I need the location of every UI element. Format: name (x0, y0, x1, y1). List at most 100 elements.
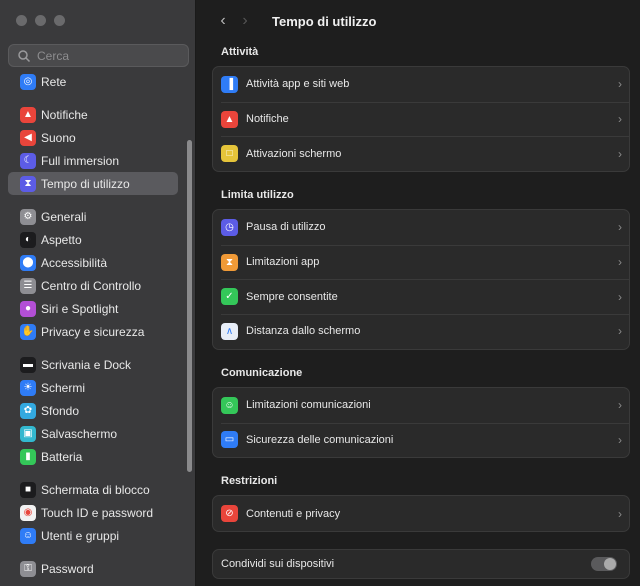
control-center-icon: ☰ (20, 277, 36, 294)
row-label: Sicurezza delle comunicazioni (246, 433, 394, 446)
wallpaper-icon: ✿ (20, 402, 36, 419)
sidebar-item-label: Rete (41, 74, 67, 89)
row-attivit-app-e-siti-web[interactable]: ▐ Attività app e siti web › (213, 67, 629, 102)
row-contenuti-e-privacy[interactable]: ⊘ Contenuti e privacy › (213, 496, 629, 531)
sidebar-item-sfondo[interactable]: ✿ Sfondo (8, 399, 178, 422)
row-limitazioni-app[interactable]: ⧗ Limitazioni app › (213, 244, 629, 280)
sidebar-item-rete[interactable]: ◎ Rete (8, 70, 178, 93)
siri-icon: ● (20, 300, 36, 317)
forward-button[interactable]: › (234, 10, 256, 32)
contact-icon: ☺ (221, 396, 238, 414)
row-attivazioni-schermo[interactable]: □ Attivazioni schermo › (213, 136, 629, 171)
sidebar-item-aspetto[interactable]: ◐ Aspetto (8, 228, 178, 251)
sidebar-item-label: Batteria (41, 449, 83, 464)
gear-icon: ⚙ (20, 208, 36, 225)
sidebar-item-touch-id-e-password[interactable]: ◉ Touch ID e password (8, 501, 178, 524)
row-notifiche[interactable]: ▲ Notifiche › (213, 101, 629, 137)
sidebar-item-label: Accessibilità (41, 255, 108, 270)
row-pausa-di-utilizzo[interactable]: ◷ Pausa di utilizzo › (213, 210, 629, 245)
row-distanza-dallo-schermo[interactable]: ∧ Distanza dallo schermo › (213, 314, 629, 349)
downtime-icon: ◷ (221, 218, 238, 236)
sidebar-group: ◎ Rete (0, 70, 186, 93)
sidebar-item-label: Password (41, 561, 94, 576)
row-label: Pausa di utilizzo (246, 221, 326, 234)
chat-icon: ▭ (221, 431, 238, 449)
sidebar-item-label: Schermata di blocco (41, 482, 150, 497)
search-icon (18, 49, 31, 62)
settings-card: ▐ Attività app e siti web › ▲ Notifiche › □ Att… (212, 66, 630, 173)
row-label: Limitazioni app (246, 256, 320, 269)
share-label: Condividi sui dispositivi (221, 557, 335, 570)
row-sicurezza-delle-comunicazioni[interactable]: ▭ Sicurezza delle comunicazioni › (213, 422, 629, 458)
sidebar-item-scrivania-e-dock[interactable]: ▬ Scrivania e Dock (8, 353, 178, 376)
share-across-devices-row: Condividi sui dispositivi (212, 548, 630, 579)
settings-card: ☺ Limitazioni comunicazioni › ▭ Sicurezza de… (212, 386, 630, 459)
sidebar-item-schermi[interactable]: ☀ Schermi (8, 376, 178, 399)
sidebar-item-tempo-di-utilizzo[interactable]: ⧗ Tempo di utilizzo (8, 172, 178, 195)
bell-icon: ▲ (221, 110, 238, 128)
lock-icon: ■ (20, 481, 36, 498)
search-input[interactable] (37, 48, 177, 63)
page-title: Tempo di utilizzo (272, 13, 377, 29)
search-field[interactable] (8, 44, 189, 67)
sidebar-item-label: Scrivania e Dock (41, 357, 132, 372)
window-controls (16, 15, 65, 26)
row-limitazioni-comunicazioni[interactable]: ☺ Limitazioni comunicazioni › (213, 388, 629, 423)
sidebar-item-centro-di-controllo[interactable]: ☰ Centro di Controllo (8, 274, 178, 297)
sidebar-item-notifiche[interactable]: ▲ Notifiche (8, 103, 178, 126)
sidebar-scrollbar[interactable] (187, 140, 192, 472)
sidebar-item-full-immersion[interactable]: ☾ Full immersion (8, 149, 178, 172)
chevron-right-icon: › (618, 398, 622, 413)
sidebar-item-label: Centro di Controllo (41, 278, 142, 293)
close-window-button[interactable] (16, 15, 27, 26)
sidebar-item-siri-e-spotlight[interactable]: ● Siri e Spotlight (8, 297, 178, 320)
sidebar-item-suono[interactable]: ◀ Suono (8, 126, 178, 149)
key-icon: ⚿ (20, 560, 36, 577)
chevron-right-icon: › (618, 324, 622, 339)
appearance-icon: ◐ (20, 231, 36, 248)
chevron-right-icon: › (618, 146, 622, 161)
settings-content: Attività ▐ Attività app e siti web › ▲ Notifi… (196, 42, 640, 579)
toolbar: ‹ › Tempo di utilizzo (196, 0, 640, 42)
sidebar-group: ⚙ Generali ◐ Aspetto ⬤ Accessibilità ☰ Centro d… (0, 205, 186, 343)
chevron-right-icon: › (618, 112, 622, 127)
section-title: Attività (221, 46, 259, 58)
distance-icon: ∧ (221, 322, 238, 340)
row-sempre-consentite[interactable]: ✓ Sempre consentite › (213, 279, 629, 314)
hourglass-icon: ⧗ (20, 175, 36, 192)
sidebar-item-privacy-e-sicurezza[interactable]: ✋ Privacy e sicurezza (8, 320, 178, 343)
sidebar-item-accessibilit-[interactable]: ⬤ Accessibilità (8, 251, 178, 274)
sidebar-item-label: Siri e Spotlight (41, 301, 119, 316)
sidebar-item-schermata-di-blocco[interactable]: ■ Schermata di blocco (8, 478, 178, 501)
share-toggle[interactable] (591, 556, 617, 571)
sidebar-item-label: Full immersion (41, 153, 120, 168)
row-label: Sempre consentite (246, 290, 338, 303)
section-title: Restrizioni (221, 475, 278, 488)
chevron-right-icon: › (618, 289, 622, 304)
sidebar-item-batteria[interactable]: ▮ Batteria (8, 445, 178, 468)
globe-icon: ◎ (20, 73, 36, 90)
sidebar-item-generali[interactable]: ⚙ Generali (8, 205, 178, 228)
accessibility-icon: ⬤ (20, 254, 36, 271)
sidebar-group: ⚿ Password (0, 557, 186, 580)
sidebar-item-label: Aspetto (41, 232, 82, 247)
chevron-right-icon: › (618, 432, 622, 447)
chevron-right-icon: › (618, 506, 622, 521)
sidebar-item-salvaschermo[interactable]: ▣ Salvaschermo (8, 422, 178, 445)
chevron-right-icon: › (242, 12, 248, 29)
main-pane: ‹ › Tempo di utilizzo Attività ▐ Attività … (196, 0, 640, 586)
section-title: Limita utilizzo (221, 189, 294, 202)
minimize-window-button[interactable] (35, 15, 46, 26)
back-button[interactable]: ‹ (212, 10, 234, 32)
sidebar-item-label: Generali (41, 209, 87, 224)
sidebar-item-utenti-e-gruppi[interactable]: ☺ Utenti e gruppi (8, 524, 178, 547)
chevron-right-icon: › (618, 77, 622, 92)
zoom-window-button[interactable] (54, 15, 65, 26)
row-label: Distanza dallo schermo (246, 325, 361, 338)
sidebar-item-label: Salvaschermo (41, 426, 118, 441)
pickup-icon: □ (221, 145, 238, 163)
fingerprint-icon: ◉ (20, 504, 36, 521)
battery-icon: ▮ (20, 448, 36, 465)
row-label: Limitazioni comunicazioni (246, 399, 371, 412)
sidebar-item-password[interactable]: ⚿ Password (8, 557, 178, 580)
